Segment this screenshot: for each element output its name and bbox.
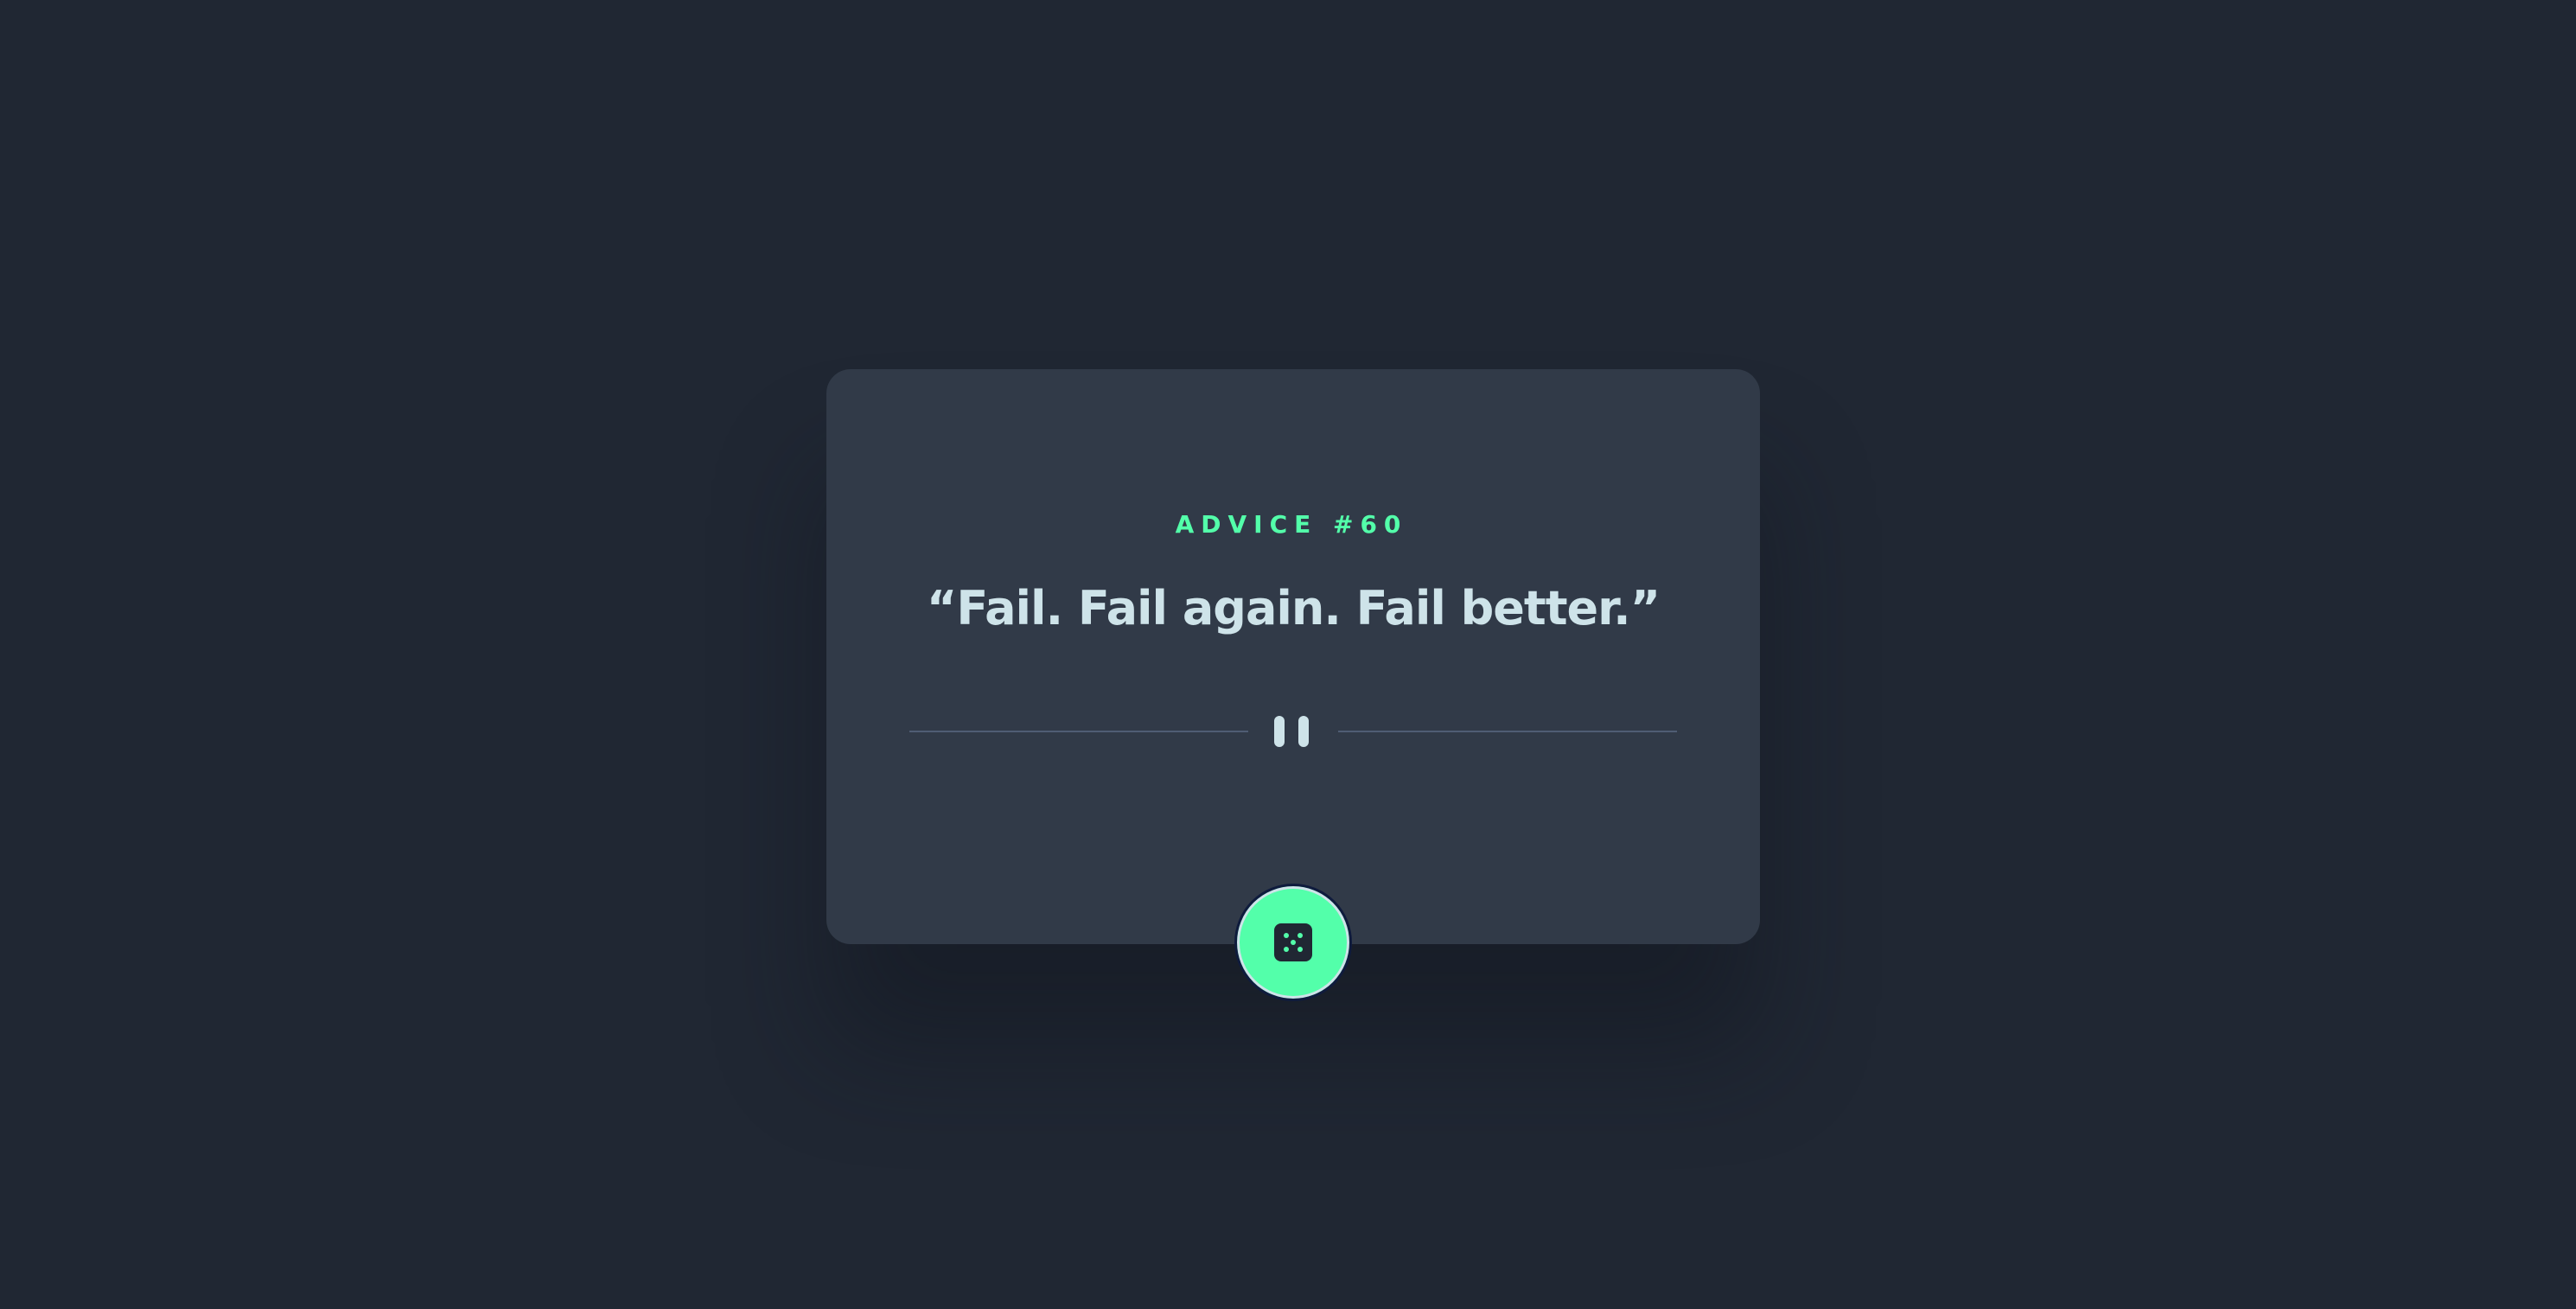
pause-bar-right (1298, 716, 1309, 747)
pause-icon (1274, 716, 1312, 747)
divider-line-left (909, 731, 1248, 732)
divider (0, 714, 2576, 749)
divider-line-right (1338, 731, 1677, 732)
new-advice-button[interactable] (1234, 884, 1352, 1001)
dice-icon (1274, 923, 1312, 961)
advice-id: ADVICE #60 (1175, 510, 1408, 539)
advice-card (826, 369, 1760, 944)
advice-quote: “Fail. Fail again. Fail better.” (926, 581, 1661, 635)
pause-bar-left (1274, 716, 1285, 747)
